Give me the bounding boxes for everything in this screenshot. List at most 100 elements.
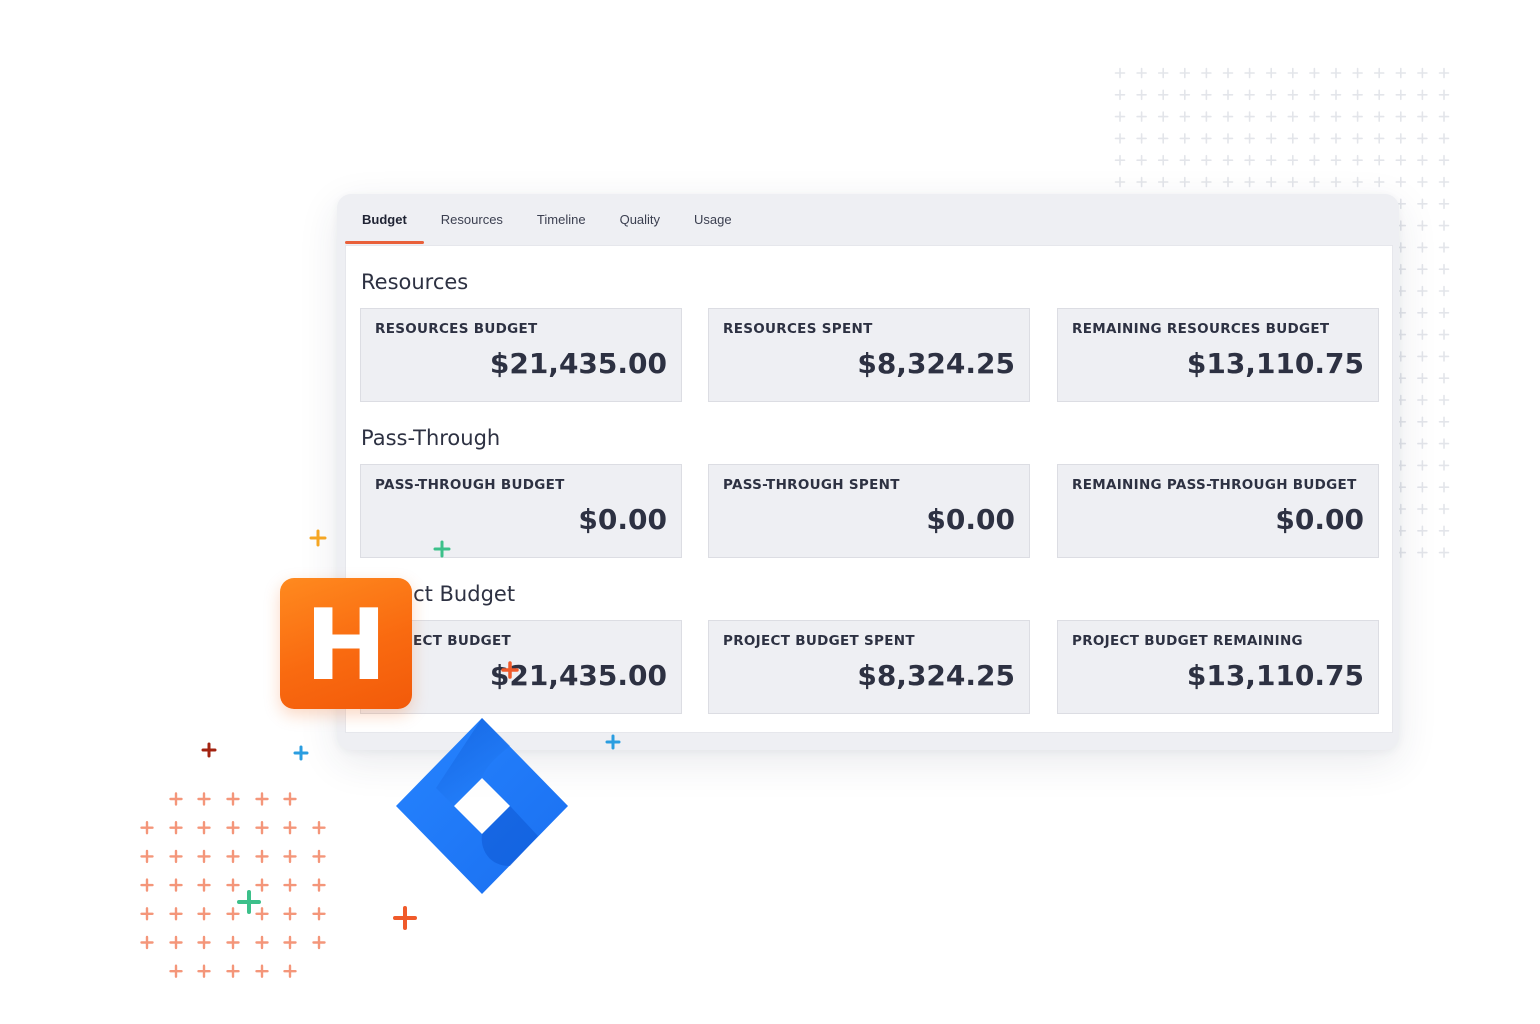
plus-icon bbox=[1201, 67, 1212, 79]
plus-icon bbox=[1201, 133, 1212, 144]
plus-icon bbox=[1179, 176, 1191, 188]
metric-label: RESOURCES BUDGET bbox=[375, 321, 538, 337]
metric-pass-through-spent: PASS-THROUGH SPENT $0.00 bbox=[708, 464, 1030, 558]
plus-icon bbox=[283, 878, 297, 892]
plus-icon bbox=[1157, 154, 1169, 166]
plus-icon bbox=[1309, 176, 1320, 188]
plus-icon bbox=[1417, 198, 1428, 210]
plus-icon bbox=[1438, 89, 1450, 101]
plus-icon bbox=[1417, 503, 1428, 515]
plus-icon bbox=[1114, 67, 1126, 79]
plus-icon bbox=[312, 849, 326, 864]
plus-icon bbox=[1417, 351, 1428, 362]
plus-icon bbox=[1438, 503, 1450, 515]
plus-icon bbox=[1136, 111, 1147, 122]
plus-icon bbox=[1136, 154, 1147, 166]
plus-icon bbox=[140, 907, 154, 921]
tab-usage[interactable]: Usage bbox=[677, 194, 749, 244]
plus-icon bbox=[255, 821, 269, 835]
plus-icon bbox=[226, 821, 240, 835]
plus-icon bbox=[1179, 89, 1191, 101]
plus-icon bbox=[1438, 438, 1450, 449]
plus-icon bbox=[501, 661, 519, 679]
metric-resources-spent: RESOURCES SPENT $8,324.25 bbox=[708, 308, 1030, 402]
plus-grid-bottom-left bbox=[132, 786, 352, 986]
plus-icon bbox=[1222, 133, 1234, 144]
plus-icon bbox=[140, 935, 154, 950]
plus-icon bbox=[255, 792, 269, 806]
tab-resources[interactable]: Resources bbox=[424, 194, 520, 244]
plus-icon bbox=[1330, 133, 1342, 144]
plus-icon bbox=[1265, 89, 1277, 101]
metric-value: $0.00 bbox=[578, 503, 667, 536]
metric-remaining-resources-budget: REMAINING RESOURCES BUDGET $13,110.75 bbox=[1057, 308, 1379, 402]
plus-icon bbox=[283, 907, 297, 921]
plus-icon bbox=[237, 890, 261, 914]
metric-remaining-pass-through-budget: REMAINING PASS-THROUGH BUDGET $0.00 bbox=[1057, 464, 1379, 558]
plus-icon bbox=[1136, 176, 1147, 188]
plus-icon bbox=[1438, 111, 1450, 122]
plus-icon bbox=[312, 907, 326, 921]
plus-icon bbox=[197, 935, 211, 950]
plus-icon bbox=[1438, 307, 1450, 319]
tab-timeline[interactable]: Timeline bbox=[520, 194, 603, 244]
plus-icon bbox=[1309, 89, 1320, 101]
plus-icon bbox=[1417, 438, 1428, 449]
plus-icon bbox=[1330, 111, 1342, 122]
plus-icon bbox=[1438, 547, 1450, 558]
metric-label: REMAINING RESOURCES BUDGET bbox=[1072, 321, 1330, 337]
plus-icon bbox=[1417, 263, 1428, 275]
metric-label: PROJECT BUDGET REMAINING bbox=[1072, 633, 1303, 649]
plus-icon bbox=[1309, 67, 1320, 79]
plus-icon bbox=[1352, 133, 1363, 144]
plus-icon bbox=[1417, 67, 1428, 79]
plus-icon bbox=[1417, 481, 1428, 493]
plus-icon bbox=[1373, 176, 1385, 188]
plus-icon bbox=[1395, 176, 1407, 188]
plus-icon bbox=[1438, 176, 1450, 188]
jira-logo-icon bbox=[396, 718, 568, 894]
metric-resources-budget: RESOURCES BUDGET $21,435.00 bbox=[360, 308, 682, 402]
plus-icon bbox=[1179, 67, 1191, 79]
plus-icon bbox=[1157, 89, 1169, 101]
plus-icon bbox=[312, 878, 326, 892]
tab-quality[interactable]: Quality bbox=[603, 194, 677, 244]
plus-icon bbox=[283, 792, 297, 806]
plus-icon bbox=[1114, 176, 1126, 188]
plus-icon bbox=[1352, 176, 1363, 188]
plus-icon bbox=[1157, 111, 1169, 122]
plus-icon bbox=[1417, 111, 1428, 122]
plus-icon bbox=[140, 878, 154, 892]
tab-budget[interactable]: Budget bbox=[345, 194, 424, 244]
plus-icon bbox=[1438, 133, 1450, 144]
plus-icon bbox=[1265, 154, 1277, 166]
metric-value: $13,110.75 bbox=[1186, 347, 1364, 380]
plus-icon bbox=[1244, 89, 1255, 101]
metric-label: PASS-THROUGH SPENT bbox=[723, 477, 900, 493]
plus-icon bbox=[1438, 67, 1450, 79]
plus-icon bbox=[169, 878, 183, 892]
plus-icon bbox=[1244, 176, 1255, 188]
plus-icon bbox=[1287, 89, 1299, 101]
metric-label: PASS-THROUGH BUDGET bbox=[375, 477, 565, 493]
stage: Budget Resources Timeline Quality Usage … bbox=[0, 0, 1540, 1024]
section-title-pass-through: Pass-Through bbox=[361, 426, 501, 450]
plus-icon bbox=[1395, 67, 1407, 79]
plus-icon bbox=[1417, 176, 1428, 188]
plus-icon bbox=[1136, 133, 1147, 144]
plus-icon bbox=[1287, 154, 1299, 166]
plus-icon bbox=[1114, 111, 1126, 122]
plus-icon bbox=[1438, 416, 1450, 428]
plus-icon bbox=[169, 907, 183, 921]
plus-icon bbox=[1438, 372, 1450, 384]
plus-icon bbox=[226, 792, 240, 806]
plus-icon bbox=[1395, 154, 1407, 166]
plus-icon bbox=[197, 849, 211, 864]
plus-icon bbox=[1438, 329, 1450, 340]
plus-icon bbox=[312, 821, 326, 835]
plus-icon bbox=[1114, 133, 1126, 144]
metric-value: $8,324.25 bbox=[857, 659, 1015, 692]
plus-icon bbox=[1438, 220, 1450, 231]
plus-icon bbox=[1265, 176, 1277, 188]
plus-icon bbox=[1438, 285, 1450, 297]
